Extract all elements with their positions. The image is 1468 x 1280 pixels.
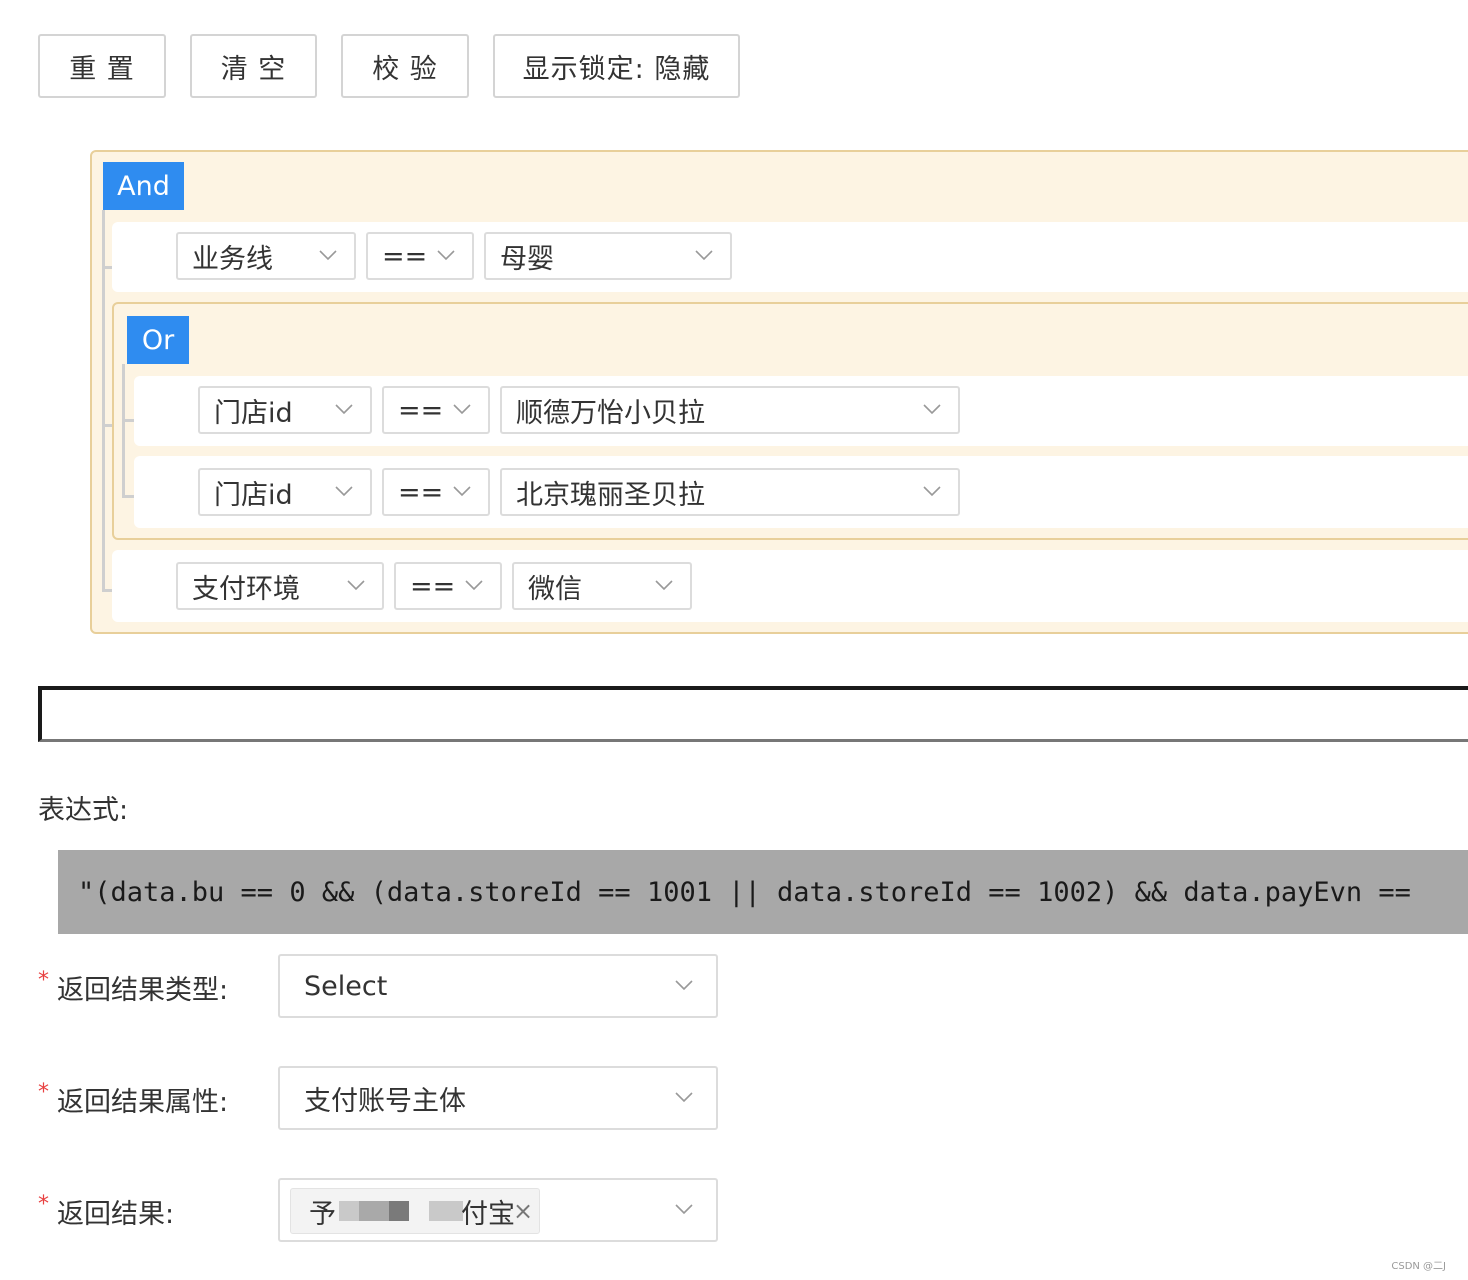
chevron-down-icon [334,481,354,501]
field-select[interactable]: 业务线 [176,232,356,280]
value-select[interactable]: 北京瑰丽圣贝拉 [500,468,960,516]
field-value: 业务线 [192,243,273,275]
redacted-block [339,1201,359,1221]
field-value: 支付环境 [192,573,300,605]
validate-button[interactable]: 校 验 [341,34,469,98]
field-value: 门店id [214,397,293,429]
operator-select[interactable]: == [382,386,490,434]
result-attr-label: * 返回结果属性: [38,1080,228,1119]
and-operator-tag[interactable]: And [103,162,184,210]
chevron-down-icon [452,481,472,501]
tag-text-prefix: 予 [309,1198,336,1230]
operator-select[interactable]: == [394,562,502,610]
result-type-value: Select [304,970,388,1002]
chevron-down-icon [694,245,714,265]
tag-text-suffix: 付宝 [461,1198,515,1230]
result-type-label-text: 返回结果类型: [57,975,229,1006]
result-type-label: * 返回结果类型: [38,968,228,1007]
value-text: 母婴 [500,243,554,275]
toggle-lock-button[interactable]: 显示锁定: 隐藏 [493,34,740,98]
field-value: 门店id [214,479,293,511]
operator-value: == [382,240,428,272]
chevron-down-icon [654,575,674,595]
chevron-down-icon [674,1199,694,1219]
operator-value: == [398,394,444,426]
result-attr-value: 支付账号主体 [304,1085,466,1117]
result-attr-label-text: 返回结果属性: [57,1087,229,1118]
operator-value: == [398,476,444,508]
chevron-down-icon [922,481,942,501]
redacted-block [429,1201,463,1221]
watermark: CSDN @二J [1391,1261,1446,1272]
required-mark: * [38,1080,49,1105]
value-select[interactable]: 母婴 [484,232,732,280]
result-label-text: 返回结果: [57,1199,175,1230]
chevron-down-icon [318,245,338,265]
expression-input-box[interactable] [38,686,1468,742]
or-tree-line [122,364,125,498]
selected-tag: 予 付宝 × [290,1188,540,1234]
chevron-down-icon [452,399,472,419]
value-text: 顺德万怡小贝拉 [516,397,705,429]
field-select[interactable]: 门店id [198,468,372,516]
value-text: 北京瑰丽圣贝拉 [516,479,705,511]
reset-button[interactable]: 重 置 [38,34,166,98]
expression-label: 表达式: [38,795,129,826]
result-multiselect[interactable]: 予 付宝 × [278,1178,718,1242]
chevron-down-icon [436,245,456,265]
expression-code-text: "(data.bu == 0 && (data.storeId == 1001 … [78,876,1411,908]
operator-select[interactable]: == [366,232,474,280]
redacted-block [389,1201,409,1221]
result-label: * 返回结果: [38,1192,174,1231]
operator-value: == [410,570,456,602]
required-mark: * [38,968,49,993]
or-operator-tag[interactable]: Or [127,316,189,364]
chevron-down-icon [922,399,942,419]
value-select[interactable]: 顺德万怡小贝拉 [500,386,960,434]
field-select[interactable]: 门店id [198,386,372,434]
chevron-down-icon [674,1087,694,1107]
field-select[interactable]: 支付环境 [176,562,384,610]
redacted-block [359,1201,389,1221]
chevron-down-icon [674,975,694,995]
value-select[interactable]: 微信 [512,562,692,610]
expression-code: "(data.bu == 0 && (data.storeId == 1001 … [58,850,1468,934]
value-text: 微信 [528,573,582,605]
close-icon[interactable]: × [513,1197,533,1225]
required-mark: * [38,1192,49,1217]
operator-select[interactable]: == [382,468,490,516]
result-attr-select[interactable]: 支付账号主体 [278,1066,718,1130]
result-type-select[interactable]: Select [278,954,718,1018]
clear-button[interactable]: 清 空 [190,34,317,98]
chevron-down-icon [334,399,354,419]
chevron-down-icon [464,575,484,595]
chevron-down-icon [346,575,366,595]
